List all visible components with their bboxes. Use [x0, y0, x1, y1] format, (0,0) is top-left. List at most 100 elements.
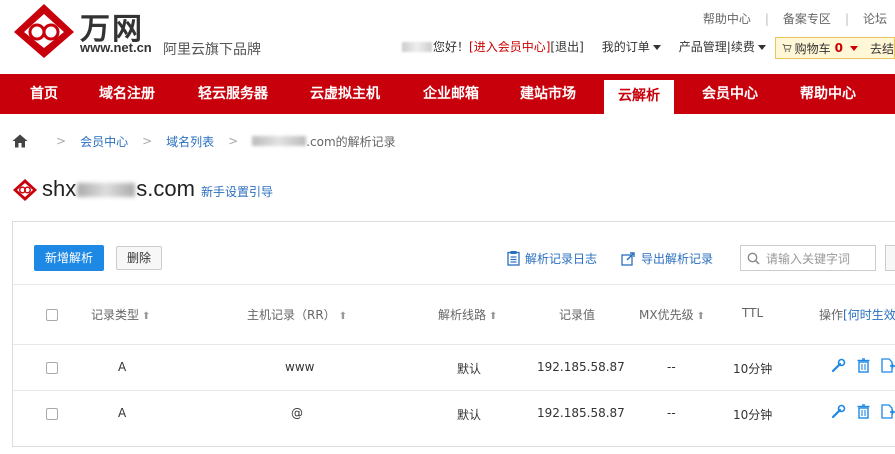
- delete-button[interactable]: 删除: [116, 246, 162, 270]
- when-effective-link[interactable]: [何时生效: [843, 308, 895, 322]
- my-orders-label: 我的订单: [601, 40, 650, 54]
- chevron-down-icon: [849, 45, 858, 51]
- column-header-ttl: TTL: [742, 306, 764, 320]
- shopping-cart-button[interactable]: 购物车 0 去结: [775, 37, 895, 59]
- wrench-edit-icon[interactable]: [831, 404, 846, 419]
- blurred-domain: [252, 136, 307, 146]
- host-record: www: [285, 360, 315, 374]
- sort-arrow-icon: ⬆: [338, 311, 348, 322]
- nav-item-help-center[interactable]: 帮助中心: [800, 74, 856, 114]
- table-row: A www 默认 192.185.58.87 -- 10分钟: [13, 344, 895, 390]
- breadcrumb: > 会员中心 > 域名列表 > .com的解析记录: [12, 131, 396, 151]
- chevron-right-icon: >: [56, 134, 67, 148]
- wanwang-logo-icon: [13, 179, 37, 201]
- export-records-label: 导出解析记录: [641, 252, 714, 266]
- export-records-link[interactable]: 导出解析记录: [621, 250, 713, 267]
- search-input[interactable]: 请输入关键字词: [740, 245, 876, 271]
- cart-count: 0: [834, 41, 843, 55]
- top-links: 帮助中心 | 备案专区 | 论坛: [703, 10, 887, 27]
- document-icon: [507, 251, 520, 266]
- record-type: A: [118, 360, 127, 374]
- row-actions: [831, 358, 895, 373]
- chevron-right-icon: >: [142, 134, 153, 148]
- trash-icon[interactable]: [857, 358, 870, 373]
- column-header-mx[interactable]: MX优先级 ⬆: [639, 306, 705, 323]
- help-center-link[interactable]: 帮助中心: [703, 10, 751, 27]
- product-management-label: 产品管理|续费: [678, 40, 755, 54]
- wrench-edit-icon[interactable]: [831, 358, 846, 373]
- sort-arrow-icon: ⬆: [696, 311, 705, 322]
- add-record-icon[interactable]: [881, 358, 895, 373]
- blurred-domain: [77, 183, 136, 197]
- cart-icon: [782, 43, 792, 52]
- column-header-value: 记录值: [559, 308, 596, 322]
- resolution-line: 默认: [457, 362, 482, 376]
- record-log-link[interactable]: 解析记录日志: [507, 250, 597, 267]
- add-record-button[interactable]: 新增解析: [34, 245, 104, 271]
- nav-item-site-market[interactable]: 建站市场: [520, 74, 576, 114]
- trash-icon[interactable]: [857, 404, 870, 419]
- icp-filing-link[interactable]: 备案专区: [783, 10, 831, 27]
- chevron-right-icon: >: [228, 134, 239, 148]
- nav-item-home[interactable]: 首页: [30, 74, 58, 114]
- product-management-menu[interactable]: 产品管理|续费: [679, 38, 766, 55]
- user-bar: 您好！ [进入会员中心] [退出] 我的订单 产品管理|续费: [402, 38, 766, 55]
- my-orders-menu[interactable]: 我的订单: [602, 38, 661, 55]
- ttl-value: 10分钟: [733, 408, 773, 422]
- blurred-username: [402, 41, 432, 52]
- forum-link[interactable]: 论坛: [863, 10, 887, 27]
- table-header: 记录类型 ⬆ 主机记录（RR） ⬆ 解析线路 ⬆ 记录值 MX优先级 ⬆ TTL 操作[…: [13, 284, 895, 344]
- greeting-text: 您好！: [433, 40, 470, 54]
- nav-item-cloud-dns[interactable]: 云解析: [604, 80, 674, 114]
- search-placeholder: 请输入关键字词: [766, 251, 851, 266]
- record-log-label: 解析记录日志: [525, 252, 598, 266]
- brand-url: www.net.cn: [80, 40, 152, 55]
- cart-label: 购物车: [794, 41, 831, 56]
- brand-slogan: 阿里云旗下品牌: [163, 42, 261, 58]
- domain-name-prefix: shx: [42, 176, 77, 201]
- divider: |: [844, 11, 849, 26]
- main-nav: 首页 域名注册 轻云服务器 云虚拟主机 企业邮箱 建站市场 云解析 会员中心 帮…: [0, 74, 895, 114]
- home-icon[interactable]: [12, 134, 28, 148]
- column-header-host[interactable]: 主机记录（RR） ⬆: [247, 306, 347, 323]
- mx-priority: --: [667, 406, 676, 420]
- wanwang-logo-icon[interactable]: [12, 2, 76, 60]
- logout-link[interactable]: [退出]: [550, 38, 583, 55]
- breadcrumb-current: .com的解析记录: [306, 134, 396, 149]
- row-actions: [831, 404, 895, 419]
- record-type: A: [118, 406, 127, 420]
- column-header-type[interactable]: 记录类型 ⬆: [91, 306, 150, 323]
- nav-item-cloud-virtual-host[interactable]: 云虚拟主机: [310, 74, 380, 114]
- nav-item-enterprise-email[interactable]: 企业邮箱: [423, 74, 479, 114]
- divider: |: [764, 11, 769, 26]
- domain-title: shx s.com 新手设置引导: [12, 176, 273, 202]
- host-record: @: [291, 406, 303, 420]
- sort-arrow-icon: ⬆: [489, 311, 498, 322]
- dns-records-panel: 新增解析 删除 解析记录日志 导出解析记录 请输入关键字词 记录类型 ⬆ 主机记录…: [12, 221, 895, 447]
- add-record-icon[interactable]: [881, 404, 895, 419]
- column-header-line[interactable]: 解析线路 ⬆: [438, 306, 497, 323]
- resolution-line: 默认: [457, 408, 482, 422]
- ttl-value: 10分钟: [733, 362, 773, 376]
- record-value: 192.185.58.87: [537, 360, 625, 374]
- nav-item-member-center[interactable]: 会员中心: [702, 74, 758, 114]
- setup-guide-link[interactable]: 新手设置引导: [201, 183, 273, 200]
- search-button[interactable]: [885, 245, 895, 271]
- row-checkbox[interactable]: [46, 362, 58, 374]
- member-center-link[interactable]: [进入会员中心]: [469, 38, 550, 55]
- nav-item-light-cloud-server[interactable]: 轻云服务器: [198, 74, 268, 114]
- column-header-ops: 操作[何时生效: [819, 308, 895, 322]
- mx-priority: --: [667, 360, 676, 374]
- record-value: 192.185.58.87: [537, 406, 625, 420]
- domain-name-suffix: s.com: [136, 176, 195, 201]
- chevron-down-icon: [652, 45, 661, 50]
- site-header: 万网 www.net.cn 阿里云旗下品牌 帮助中心 | 备案专区 | 论坛 您…: [0, 0, 895, 74]
- breadcrumb-domain-list[interactable]: 域名列表: [166, 133, 214, 150]
- nav-item-domain-registration[interactable]: 域名注册: [99, 74, 155, 114]
- export-icon: [621, 252, 635, 266]
- chevron-down-icon: [757, 45, 766, 50]
- row-checkbox[interactable]: [46, 408, 58, 420]
- select-all-checkbox[interactable]: [46, 309, 58, 321]
- breadcrumb-member-center[interactable]: 会员中心: [80, 133, 128, 150]
- checkout-link[interactable]: 去结: [870, 40, 894, 57]
